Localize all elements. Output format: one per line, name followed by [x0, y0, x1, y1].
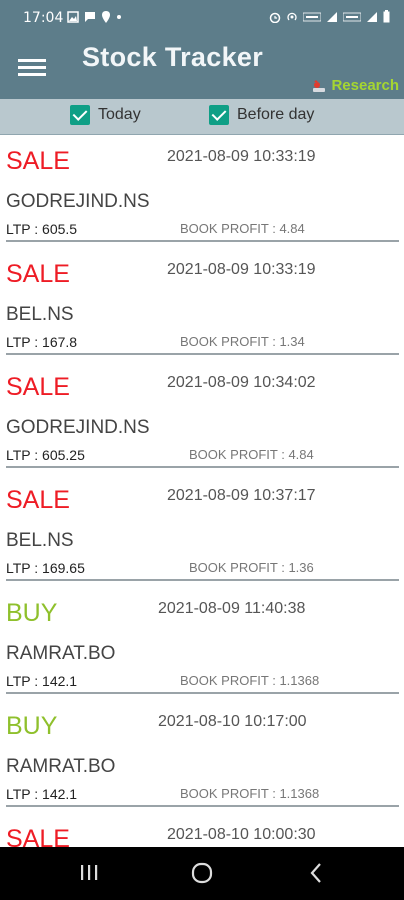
trade-item[interactable]: SALE 2021-08-09 10:34:02 GODREJIND.NS LT…: [0, 361, 404, 474]
filter-today[interactable]: Today: [70, 105, 141, 125]
battery-icon: [383, 10, 390, 23]
trade-symbol: GODREJIND.NS: [6, 191, 150, 212]
signal-icon: [327, 11, 337, 22]
hotspot-icon: [287, 12, 297, 20]
trade-divider: [6, 692, 399, 694]
trade-item[interactable]: SALE 2021-08-09 10:37:17 BEL.NS LTP : 16…: [0, 474, 404, 587]
trade-item[interactable]: SALE 2021-08-10 10:00:30: [0, 813, 404, 847]
signal-icon-2: [367, 11, 377, 22]
location-icon: [102, 11, 110, 23]
trade-item[interactable]: SALE 2021-08-09 10:33:19 GODREJIND.NS LT…: [0, 135, 404, 248]
app-title: Stock Tracker: [82, 42, 264, 72]
volte-icon-2: [343, 12, 361, 21]
back-button[interactable]: [306, 861, 326, 890]
trade-symbol: GODREJIND.NS: [6, 417, 150, 438]
research-label: Research: [331, 77, 399, 94]
trade-symbol: BEL.NS: [6, 530, 74, 551]
status-notification-icons: [67, 11, 122, 23]
trade-timestamp: 2021-08-09 11:40:38: [158, 600, 306, 617]
trade-book-profit: BOOK PROFIT : 1.1368: [180, 786, 320, 801]
trade-timestamp: 2021-08-09 10:33:19: [167, 148, 316, 165]
home-icon: [191, 862, 213, 884]
research-link[interactable]: Research: [311, 77, 399, 94]
trade-timestamp: 2021-08-10 10:00:30: [167, 826, 316, 843]
status-time: 17:04: [23, 10, 64, 26]
before-day-checkbox[interactable]: [209, 105, 229, 125]
image-icon: [67, 11, 79, 23]
trade-action: BUY: [6, 599, 58, 627]
trade-action: SALE: [6, 486, 70, 514]
today-checkbox[interactable]: [70, 105, 90, 125]
trade-action: BUY: [6, 712, 58, 740]
app-bar: Stock Tracker Research: [0, 36, 404, 99]
menu-button[interactable]: [14, 52, 50, 82]
trade-list[interactable]: SALE 2021-08-09 10:33:19 GODREJIND.NS LT…: [0, 135, 404, 847]
trade-divider: [6, 353, 399, 355]
trade-book-profit: BOOK PROFIT : 1.36: [189, 560, 314, 575]
trade-action: SALE: [6, 373, 70, 401]
trade-book-profit: BOOK PROFIT : 1.34: [180, 334, 305, 349]
trade-timestamp: 2021-08-10 10:17:00: [158, 713, 307, 730]
trade-symbol: RAMRAT.BO: [6, 643, 116, 664]
status-system-icons: [269, 10, 390, 23]
trade-ltp: LTP : 169.65: [6, 560, 85, 576]
volte-icon: [303, 12, 321, 21]
trade-divider: [6, 579, 399, 581]
trade-ltp: LTP : 142.1: [6, 786, 78, 802]
trade-item[interactable]: SALE 2021-08-09 10:33:19 BEL.NS LTP : 16…: [0, 248, 404, 361]
trade-ltp: LTP : 167.8: [6, 334, 78, 350]
trade-timestamp: 2021-08-09 10:33:19: [167, 261, 316, 278]
trade-divider: [6, 466, 399, 468]
trade-book-profit: BOOK PROFIT : 1.1368: [180, 673, 320, 688]
trade-symbol: BEL.NS: [6, 304, 74, 325]
filter-bar: Today Before day: [0, 99, 404, 135]
recents-button[interactable]: [78, 861, 100, 890]
trade-action: SALE: [6, 147, 70, 175]
trade-action: SALE: [6, 825, 70, 847]
trade-ltp: LTP : 142.1: [6, 673, 78, 689]
trade-book-profit: BOOK PROFIT : 4.84: [180, 221, 305, 236]
back-icon: [310, 863, 321, 883]
dot-icon: [117, 15, 121, 19]
trade-symbol: RAMRAT.BO: [6, 756, 116, 777]
status-bar: 17:04: [0, 0, 404, 36]
recents-icon: [81, 865, 98, 880]
navigation-bar: [0, 847, 404, 900]
alarm-icon: [269, 12, 281, 23]
trade-divider: [6, 805, 399, 807]
trade-ltp: LTP : 605.25: [6, 447, 85, 463]
trade-action: SALE: [6, 260, 70, 288]
before-day-label: Before day: [237, 106, 315, 123]
today-label: Today: [98, 106, 141, 123]
trade-ltp: LTP : 605.5: [6, 221, 78, 237]
home-button[interactable]: [190, 861, 214, 890]
trade-book-profit: BOOK PROFIT : 4.84: [189, 447, 314, 462]
trade-item[interactable]: BUY 2021-08-10 10:17:00 RAMRAT.BO LTP : …: [0, 700, 404, 813]
trade-divider: [6, 240, 399, 242]
research-icon: [313, 79, 326, 92]
trade-timestamp: 2021-08-09 10:34:02: [167, 374, 316, 391]
hamburger-icon: [18, 59, 46, 76]
message-icon: [85, 12, 95, 22]
trade-timestamp: 2021-08-09 10:37:17: [167, 487, 316, 504]
filter-before-day[interactable]: Before day: [209, 105, 314, 125]
trade-item[interactable]: BUY 2021-08-09 11:40:38 RAMRAT.BO LTP : …: [0, 587, 404, 700]
